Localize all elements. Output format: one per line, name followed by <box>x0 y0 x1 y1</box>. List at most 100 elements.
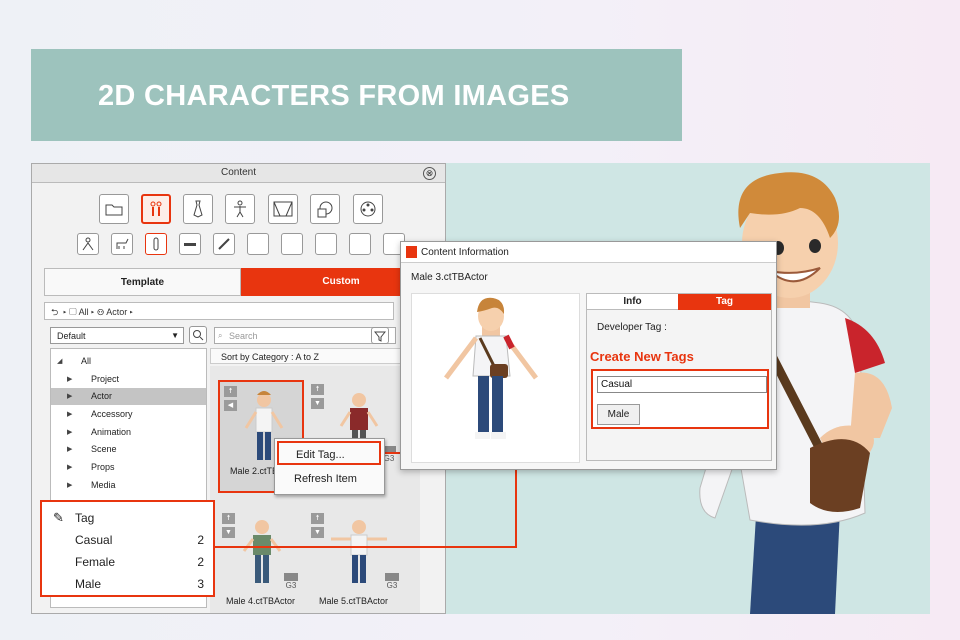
title-banner: 2D CHARACTERS FROM IMAGES <box>31 49 682 141</box>
props-icon[interactable] <box>310 194 340 224</box>
search-placeholder: Search <box>229 331 258 341</box>
pose-icon[interactable] <box>77 233 99 255</box>
empty-slot-4[interactable] <box>349 233 371 255</box>
menu-item-edit-tag[interactable]: Edit Tag... <box>277 441 381 465</box>
tree-item-media[interactable]: ▶ Media <box>51 477 206 494</box>
tree-label: Props <box>91 462 115 472</box>
thumbnail-male-5[interactable]: ☨ ▼ G3 Male 5.ctTBActor <box>307 509 407 609</box>
new-tag-editor: Casual Male <box>591 369 769 429</box>
tree-item-animation[interactable]: ▶ Animation <box>51 424 206 441</box>
info-window-title: Content Information <box>401 242 776 263</box>
banner-title: 2D CHARACTERS FROM IMAGES <box>98 80 570 112</box>
tag-header: ✎ Tag <box>42 508 213 528</box>
tree-item-accessory[interactable]: ▶ Accessory <box>51 406 206 423</box>
close-icon[interactable]: ⊗ <box>423 167 436 180</box>
tree-label: Accessory <box>91 409 133 419</box>
menu-item-refresh[interactable]: Refresh Item <box>277 467 381 491</box>
tree-collapse-icon: ▶ <box>67 446 73 453</box>
tree-item-all[interactable]: ◢ All <box>51 353 206 370</box>
tag-row[interactable]: Male 3 <box>42 574 213 594</box>
tree-label: All <box>81 356 92 366</box>
tree-label: Actor <box>91 391 113 401</box>
empty-slot-1[interactable] <box>247 233 269 255</box>
bone-icon[interactable] <box>145 233 167 255</box>
tag-name: Male <box>75 577 102 591</box>
tag-input[interactable]: Casual <box>597 376 767 393</box>
tree-label: Project <box>91 374 120 384</box>
chevron-left-icon[interactable]: ◀ <box>224 400 237 411</box>
character-thumbnail <box>242 520 282 583</box>
chevron-down-icon[interactable]: ▼ <box>311 527 324 538</box>
app-icon <box>406 246 417 258</box>
tab-tag[interactable]: Tag <box>678 294 771 310</box>
tab-info[interactable]: Info <box>587 294 678 310</box>
search-icon: ⌕ <box>218 331 223 340</box>
breadcrumb: ⮌ ▸ ▢ All ▸ ⚇ Actor ▸ <box>44 302 394 320</box>
tree-collapse-icon: ▶ <box>67 429 73 436</box>
actor-icon[interactable] <box>141 194 171 224</box>
slider-icon[interactable] <box>179 233 201 255</box>
pose-icon[interactable]: ☨ <box>311 384 324 395</box>
sort-label[interactable]: Sort by Category : A to Z <box>210 348 420 364</box>
connector-line <box>515 468 517 548</box>
tree-item-props[interactable]: ▶ Props <box>51 459 206 476</box>
back-arrow-icon[interactable]: ⮌ <box>51 307 58 317</box>
tie-icon[interactable] <box>183 194 213 224</box>
pose-icon[interactable]: ☨ <box>224 386 237 397</box>
thumbnail-male-4[interactable]: ☨ ▼ G3 Male 4.ctTBActor <box>218 509 304 609</box>
pose-icon[interactable]: ☨ <box>222 513 235 524</box>
tree-collapse-icon: ▶ <box>67 411 73 418</box>
film-reel-icon[interactable] <box>353 194 383 224</box>
tree-label: Animation <box>91 427 132 437</box>
empty-slot-3[interactable] <box>315 233 337 255</box>
create-new-tags-heading: Create New Tags <box>590 349 694 364</box>
tree-expand-icon: ◢ <box>57 358 63 365</box>
folder-icon[interactable] <box>99 194 129 224</box>
dropdown-value: Default <box>57 331 86 341</box>
tag-list-box: ✎ Tag Casual 2 Female 2 Male 3 <box>40 500 215 597</box>
tag-row[interactable]: Casual 2 <box>42 530 213 550</box>
empty-slot-2[interactable] <box>281 233 303 255</box>
search-input[interactable]: ⌕ Search <box>214 327 396 344</box>
tag-panel: Info Tag Developer Tag : Create New Tags… <box>586 293 772 461</box>
tree-item-actor[interactable]: ▶ Actor <box>51 388 206 405</box>
g3-badge: G3 <box>284 573 298 591</box>
tag-row[interactable]: Female 2 <box>42 552 213 572</box>
chevron-down-icon[interactable]: ▼ <box>222 527 235 538</box>
info-title-text: Content Information <box>421 247 509 258</box>
chevron-down-icon[interactable]: ▼ <box>311 398 324 409</box>
animal-icon[interactable] <box>111 233 133 255</box>
breadcrumb-all[interactable]: All <box>79 307 89 317</box>
pose-icon[interactable]: ☨ <box>311 513 324 524</box>
category-dropdown[interactable]: Default ▼ <box>50 327 184 344</box>
tag-male-button[interactable]: Male <box>597 404 640 425</box>
tab-template[interactable]: Template <box>44 268 241 296</box>
stage-icon[interactable] <box>268 194 298 224</box>
actor-icon: ⚇ <box>97 307 105 317</box>
tree-collapse-icon: ▶ <box>67 393 73 400</box>
filter-icon[interactable] <box>371 327 389 344</box>
file-name: Male 3.ctTBActor <box>411 272 488 283</box>
tree-collapse-icon: ▶ <box>67 376 73 383</box>
tag-count: 3 <box>197 577 204 591</box>
connector-line <box>215 546 516 548</box>
pencil-icon: ✎ <box>53 510 64 525</box>
pen-icon[interactable] <box>213 233 235 255</box>
tree-item-project[interactable]: ▶ Project <box>51 371 206 388</box>
tag-title: Tag <box>75 511 95 525</box>
breadcrumb-actor[interactable]: Actor <box>106 307 127 317</box>
context-menu: Edit Tag... Refresh Item <box>274 438 385 495</box>
body-icon[interactable] <box>225 194 255 224</box>
tree-collapse-icon: ▶ <box>67 464 73 471</box>
preview-character-illustration <box>444 297 538 439</box>
tree-item-scene[interactable]: ▶ Scene <box>51 441 206 458</box>
tag-count: 2 <box>197 555 204 569</box>
tree-label: Scene <box>91 444 117 454</box>
tree-collapse-icon: ▶ <box>67 482 73 489</box>
character-thumbnail <box>331 520 387 583</box>
chevron-down-icon: ▼ <box>171 331 179 340</box>
tree-label: Media <box>91 480 116 490</box>
search-content-icon[interactable] <box>189 326 207 344</box>
thumbnail-label: Male 5.ctTBActor <box>319 596 389 606</box>
tag-name: Female <box>75 555 116 569</box>
